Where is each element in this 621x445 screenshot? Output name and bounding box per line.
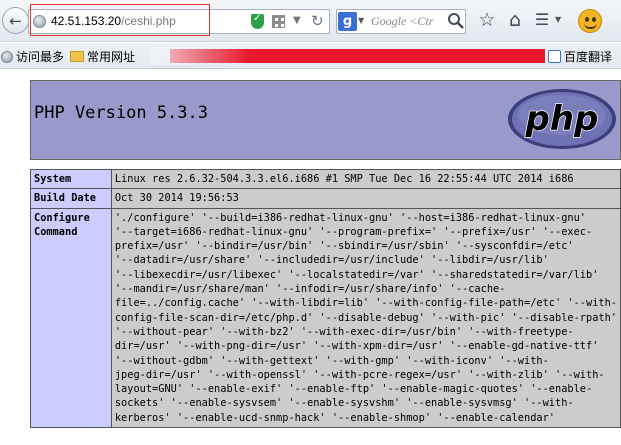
translate-icon bbox=[548, 50, 561, 63]
url-highlight-box bbox=[30, 4, 210, 36]
google-search-engine-icon[interactable]: g bbox=[338, 12, 357, 31]
row-label: System bbox=[30, 168, 112, 190]
table-row: Build Date Oct 30 2014 19:56:53 bbox=[30, 188, 621, 209]
redaction-fade bbox=[150, 47, 545, 65]
bookmark-label: 访问最多 bbox=[16, 50, 65, 64]
search-input[interactable]: Google <Ctr bbox=[371, 14, 447, 29]
smiley-face-icon[interactable] bbox=[578, 9, 602, 33]
menu-dropdown-icon[interactable]: ▼ bbox=[555, 15, 561, 24]
folder-icon bbox=[70, 51, 84, 62]
search-icon[interactable] bbox=[447, 12, 465, 31]
row-label: Configure Command bbox=[30, 207, 112, 428]
php-header: PHP Version 5.3.3 php bbox=[30, 80, 621, 160]
home-icon[interactable]: ⌂ bbox=[503, 8, 527, 32]
row-label: Build Date bbox=[30, 188, 112, 209]
bookmark-most-visited[interactable]: 访问最多 bbox=[1, 48, 64, 65]
refresh-icon[interactable]: ↻ bbox=[311, 12, 324, 30]
bookmark-label: 常用网址 bbox=[87, 50, 136, 64]
bookmark-label: 百度翻译 bbox=[564, 50, 613, 64]
php-logo[interactable]: php bbox=[507, 87, 617, 151]
qr-code-icon[interactable] bbox=[272, 15, 285, 28]
table-row: System Linux res 2.6.32-504.3.3.el6.i686… bbox=[30, 168, 621, 190]
row-value: Linux res 2.6.32-504.3.3.el6.i686 #1 SMP… bbox=[110, 168, 621, 190]
back-arrow-icon[interactable]: ← bbox=[2, 7, 29, 34]
url-history-dropdown-icon[interactable]: ▼ bbox=[293, 15, 301, 26]
bookmark-star-icon[interactable]: ☆ bbox=[475, 8, 499, 32]
page-content: PHP Version 5.3.3 php System Linux res 2… bbox=[0, 70, 621, 445]
menu-icon[interactable]: ☰ bbox=[530, 8, 554, 32]
row-value-cell: './configure' '--build=i386-redhat-linux… bbox=[110, 207, 621, 428]
table-row: Configure Command './configure' '--build… bbox=[30, 207, 621, 428]
bookmark-baidu-translate[interactable]: 百度翻译 bbox=[548, 48, 612, 65]
shield-icon[interactable] bbox=[251, 13, 264, 29]
row-value: Oct 30 2014 19:56:53 bbox=[110, 188, 621, 209]
search-bar[interactable]: g ▼ Google <Ctr bbox=[336, 9, 466, 34]
php-logo-text: php bbox=[525, 99, 599, 139]
page-title: PHP Version 5.3.3 bbox=[34, 103, 208, 123]
configure-command-value: './configure' '--build=i386-redhat-linux… bbox=[114, 211, 617, 424]
php-info-table: System Linux res 2.6.32-504.3.3.el6.i686… bbox=[30, 168, 621, 428]
search-engine-dropdown-icon[interactable]: ▼ bbox=[358, 16, 364, 25]
browser-toolbar: ← 42.51.153.20/ceshi.php ▼ ↻ g ▼ Google … bbox=[0, 0, 621, 42]
bookmarks-bar: 访问最多 常用网址 百度翻译 bbox=[0, 43, 621, 69]
globe-icon bbox=[1, 50, 13, 63]
bookmark-common-sites[interactable]: 常用网址 bbox=[70, 48, 135, 65]
